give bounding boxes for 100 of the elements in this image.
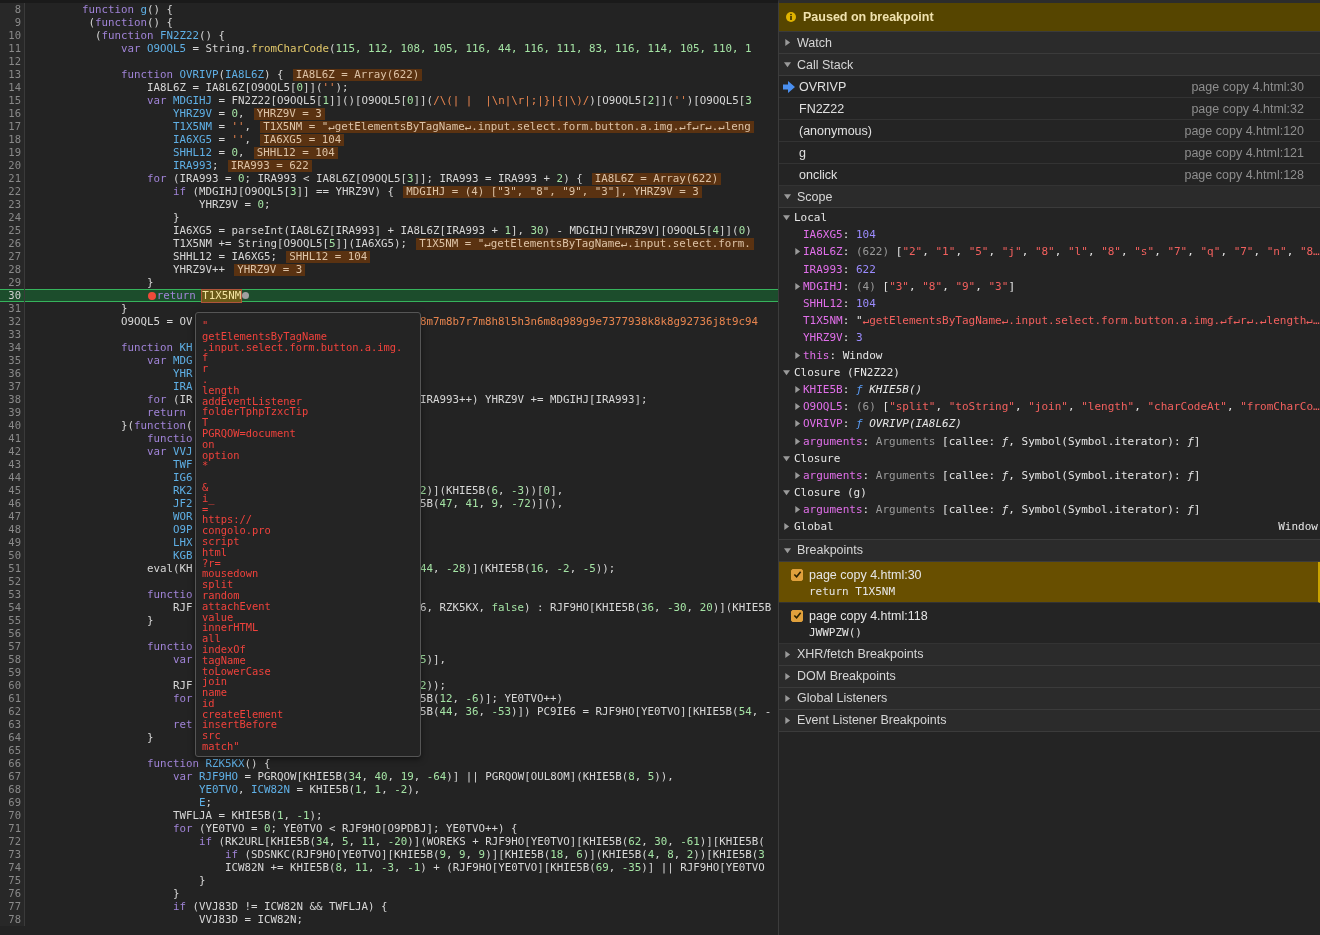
line-number: 75 [0, 874, 25, 887]
section-header[interactable]: XHR/fetch Breakpoints [779, 643, 1320, 666]
dot-icon [242, 292, 250, 299]
line-number: 12 [0, 55, 25, 68]
breakpoint-code: return T1X5NM [809, 584, 897, 598]
line-number: 21 [0, 172, 25, 185]
triangle-icon [794, 403, 801, 411]
inline-value: MDGIHJ = (4) ["3", "8", "9", "3"], YHRZ9V = 3 [403, 185, 702, 198]
triangle-icon [794, 282, 801, 290]
line-number: 74 [0, 861, 25, 874]
triangle-icon [794, 351, 801, 359]
breakpoint-icon[interactable] [147, 291, 156, 300]
section-header[interactable]: DOM Breakpoints [779, 665, 1320, 688]
code-text: function OVRIVP(IA8L6Z) { [121, 68, 284, 81]
section-header[interactable]: Scope [779, 186, 1320, 208]
code-text: } [199, 874, 206, 887]
code-text: E; [199, 796, 213, 809]
line-number: 27 [0, 250, 25, 263]
call-stack-row[interactable]: g page copy 4.html:121 [779, 142, 1320, 164]
code-text: O9OQL5 = OV [121, 315, 193, 328]
line-number: 63 [0, 718, 25, 731]
code-text: var MDGIHJ = FN2Z22[O9OQL5[1]]()[O9OQL5[0]](/\(| | |\n|\r|;|}|{|\)/)[O9OQL5[2]]('')[O9OQL5[3 [147, 94, 752, 107]
scope-variable: IA6XG5: 104 [803, 228, 876, 242]
line-number: 13 [0, 68, 25, 81]
file-location: page copy 4.html:120 [1184, 123, 1304, 138]
scope-variable: SHHL12: 104 [803, 297, 876, 311]
section-header[interactable]: Event Listener Breakpoints [779, 709, 1320, 732]
code-text: YE0TVO, ICW82N = KHIE5B(1, 1, -2), [199, 783, 421, 796]
code-text: SHHL12 = IA6XG5; [173, 250, 278, 263]
call-stack-row[interactable]: (anonymous) page copy 4.html:120 [779, 120, 1320, 142]
section-header[interactable]: Breakpoints [779, 539, 1320, 562]
breakpoint-item[interactable]: page copy 4.html:118 JWWPZW() [779, 602, 1320, 644]
triangle-icon [794, 385, 801, 393]
line-number: 55 [0, 614, 25, 627]
code-text: IRA [173, 380, 193, 393]
code-text: T1X5NM = '', [173, 120, 252, 133]
code-text: } [173, 211, 180, 224]
code-text: functio [147, 588, 193, 601]
scope-variable: MDGIHJ: (4) ["3", "8", "9", "3"] [803, 279, 1015, 293]
line-number: 17 [0, 120, 25, 133]
file-location: page copy 4.html:30 [1191, 79, 1304, 94]
line-number: 48 [0, 523, 25, 536]
line-number: 69 [0, 796, 25, 809]
triangle-icon [784, 694, 791, 702]
code-text: } [121, 302, 128, 315]
code-text: 2)](KHIE5B(6, -3))[0], [420, 484, 564, 497]
line-number: 18 [0, 133, 25, 146]
inline-value: SHHL12 = 104 [253, 146, 338, 159]
section-header[interactable]: Global Listeners [779, 687, 1320, 710]
breakpoint-item[interactable]: page copy 4.html:30 return T1X5NM [779, 561, 1320, 603]
line-number: 14 [0, 81, 25, 94]
code-text: for [173, 692, 193, 705]
scope-variable: IRA993: 622 [803, 262, 876, 276]
inline-value: YHRZ9V = 3 [234, 263, 306, 276]
line-number: 70 [0, 809, 25, 822]
code-text: functio [147, 640, 193, 653]
code-text: if (SDSNKC(RJF9HO[YE0TVO][KHIE5B(9, 9, 9)][KHIE5B(18, 6)](KHIE5B(4, 8, 2))[KHIE5B(3 [225, 848, 765, 861]
code-text: function KH [121, 341, 193, 354]
code-text: functio [147, 432, 193, 445]
code-text: 6, RZK5KX, false) : RJF9HO[KHIE5B(36, -30, 20)](KHIE5B [420, 601, 772, 614]
section-header[interactable]: Watch [779, 32, 1320, 54]
line-number: 71 [0, 822, 25, 835]
code-text: for (IR [147, 393, 193, 406]
line-number: 73 [0, 848, 25, 861]
line-number: 40 [0, 419, 25, 432]
line-number: 34 [0, 341, 25, 354]
inline-value: T1X5NM = "↵getElementsByTagName↵.input.select.form.button.a.img.↵f↵r↵.↵leng [260, 120, 754, 133]
line-number: 37 [0, 380, 25, 393]
breakpoint-code: JWWPZW() [809, 625, 863, 639]
triangle-icon [784, 716, 791, 724]
scope-label: Closure [794, 451, 841, 465]
checkbox[interactable] [791, 568, 803, 581]
line-number: 54 [0, 601, 25, 614]
code-text: 8m7m8b7r7m8h8l5h3n6m8q989g9e7377938k8k8g92736j8t9c94 [420, 315, 759, 328]
code-text: YHRZ9V = 0; [199, 198, 271, 211]
scope-variable: arguments: Arguments [callee: ƒ, Symbol(Symbol.iterator): ƒ] [803, 468, 1201, 482]
line-number: 26 [0, 237, 25, 250]
section-header[interactable]: Call Stack [779, 54, 1320, 76]
scope-value: Window [1278, 520, 1319, 534]
code-text: TWFLJA = KHIE5B(1, -1); [173, 809, 323, 822]
code-text: for (YE0TVO = 0; YE0TVO < RJF9HO[O9PDBJ]; YE0TVO++) { [173, 822, 518, 835]
code-text: var [173, 653, 193, 666]
triangle-icon [784, 39, 791, 46]
inline-value: IRA993 = 622 [227, 159, 312, 172]
line-number: 9 [0, 16, 25, 29]
line-number: 66 [0, 757, 25, 770]
line-number: 72 [0, 835, 25, 848]
code-text: } [147, 614, 154, 627]
code-text: SHHL12 = 0, [173, 146, 245, 159]
call-stack-row[interactable]: FN2Z22 page copy 4.html:32 [779, 98, 1320, 120]
line-number: 50 [0, 549, 25, 562]
inline-value: IA8L6Z = Array(622) [591, 172, 722, 185]
line-number: 46 [0, 497, 25, 510]
scope-variable: arguments: Arguments [callee: ƒ, Symbol(Symbol.iterator): ƒ] [803, 503, 1201, 517]
code-text: ret [173, 718, 193, 731]
scope-variable: IA8L6Z: (622) ["2", "1", "5", "j", "8", "l", "8", "s", "7", "q", "7", "n", "8… [803, 245, 1320, 259]
call-stack-row[interactable]: OVRIVP page copy 4.html:30 [779, 76, 1320, 98]
checkbox[interactable] [791, 609, 803, 622]
line-number: 56 [0, 627, 25, 640]
code-text: 44, -28)](KHIE5B(16, -2, -5)); [420, 562, 616, 575]
